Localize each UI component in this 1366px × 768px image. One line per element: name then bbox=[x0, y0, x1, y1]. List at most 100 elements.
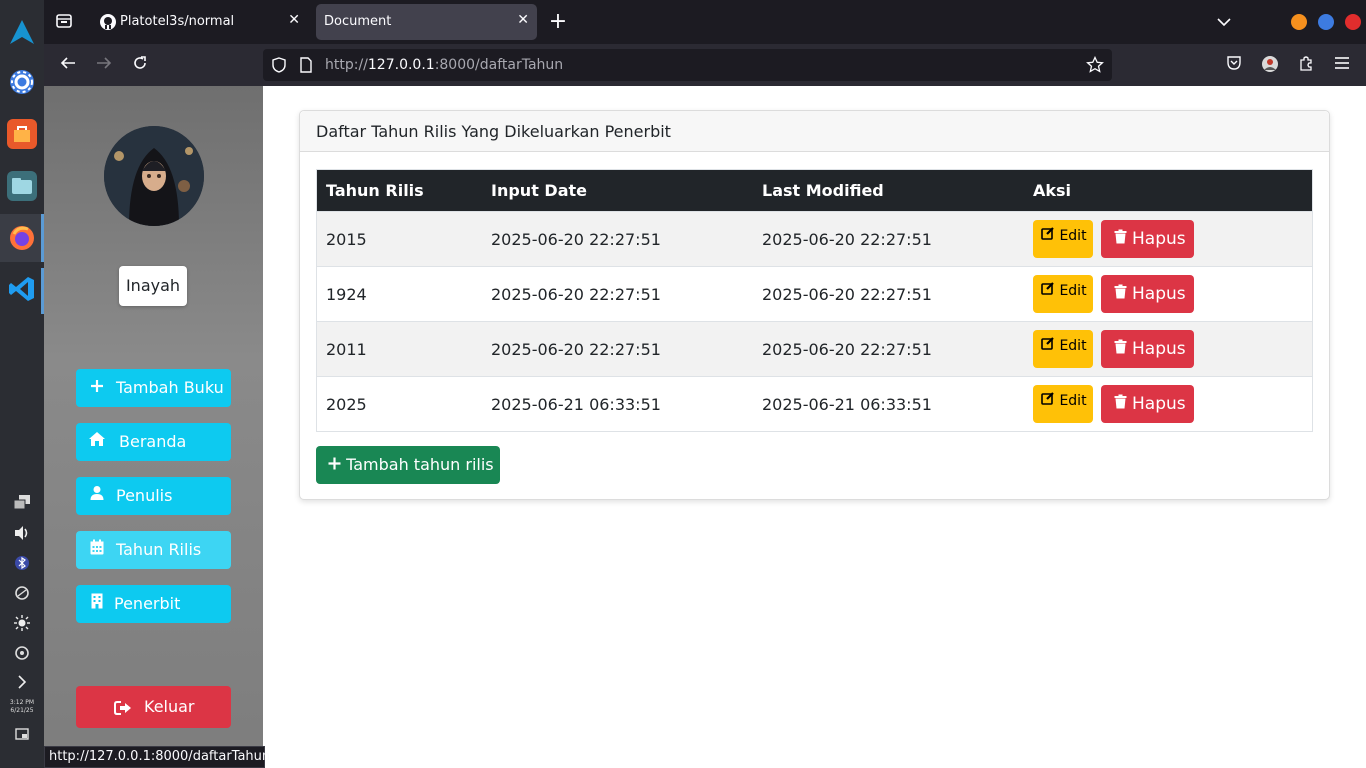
extensions-icon[interactable] bbox=[1296, 55, 1316, 75]
menu-hamburger-icon[interactable] bbox=[1332, 55, 1352, 75]
delete-button[interactable]: Hapus bbox=[1101, 220, 1194, 258]
edit-icon bbox=[1041, 227, 1055, 244]
file-manager-icon[interactable] bbox=[7, 171, 37, 201]
url-host: 127.0.0.1 bbox=[367, 57, 435, 73]
clock-date[interactable]: 6/21/25 bbox=[2, 707, 42, 715]
shield-icon[interactable] bbox=[271, 57, 287, 77]
url-path: :8000/daftarTahun bbox=[434, 57, 564, 73]
back-arrow-icon[interactable] bbox=[58, 55, 78, 75]
sidebar-item-beranda[interactable]: Beranda bbox=[76, 423, 231, 461]
cell-input-date: 2025-06-20 22:27:51 bbox=[491, 339, 661, 359]
globe-icon[interactable] bbox=[12, 645, 32, 665]
delete-label: Hapus bbox=[1132, 394, 1186, 414]
plus-icon bbox=[328, 455, 341, 474]
edit-label: Edit bbox=[1059, 228, 1087, 244]
tab-close-icon[interactable]: ✕ bbox=[288, 12, 300, 28]
sidebar-item-tahun-rilis[interactable]: Tahun Rilis bbox=[76, 531, 231, 569]
cell-input-date: 2025-06-20 22:27:51 bbox=[491, 229, 661, 249]
tab-github[interactable]: Platotel3s/normal ✕ bbox=[90, 4, 308, 40]
os-dock: 3:12 PM 6/21/25 bbox=[0, 0, 44, 768]
edit-button[interactable]: Edit bbox=[1033, 275, 1093, 313]
window-list-icon[interactable] bbox=[12, 494, 32, 514]
volume-icon[interactable] bbox=[12, 525, 32, 545]
sign-out-icon bbox=[114, 686, 132, 728]
table-header: Tahun Rilis Input Date Last Modified Aks… bbox=[317, 170, 1312, 211]
reload-icon[interactable] bbox=[130, 55, 150, 75]
clock-time[interactable]: 3:12 PM bbox=[2, 699, 42, 707]
firefox-icon[interactable] bbox=[7, 223, 37, 253]
account-avatar-icon[interactable] bbox=[1260, 55, 1280, 75]
trash-icon bbox=[1114, 220, 1127, 258]
sidebar-item-tambah-buku[interactable]: Tambah Buku bbox=[76, 369, 231, 407]
new-tab-icon[interactable]: + bbox=[548, 11, 568, 33]
delete-button[interactable]: Hapus bbox=[1101, 330, 1194, 368]
edit-label: Edit bbox=[1059, 338, 1087, 354]
firefox-view-icon[interactable] bbox=[54, 12, 74, 35]
delete-label: Hapus bbox=[1132, 284, 1186, 304]
username-label: Inayah bbox=[119, 266, 187, 306]
cell-tahun: 2025 bbox=[326, 394, 367, 414]
browser-nav-bar: http://127.0.0.1:8000/daftarTahun bbox=[44, 44, 1366, 86]
tab-document[interactable]: Document ✕ bbox=[316, 4, 537, 40]
sidebar-item-label: Tambah Buku bbox=[116, 378, 224, 397]
sidebar-item-penerbit[interactable]: Penerbit bbox=[76, 585, 231, 623]
network-icon[interactable] bbox=[12, 585, 32, 605]
tab-title: Document bbox=[324, 14, 392, 29]
edit-icon bbox=[1041, 392, 1055, 409]
edit-label: Edit bbox=[1059, 393, 1087, 409]
url-scheme: http:// bbox=[325, 57, 368, 73]
close-window-button[interactable] bbox=[1345, 14, 1361, 30]
building-icon bbox=[88, 585, 106, 623]
main-card: Daftar Tahun Rilis Yang Dikeluarkan Pene… bbox=[299, 110, 1330, 500]
bookmark-star-icon[interactable] bbox=[1086, 55, 1104, 78]
maximize-button[interactable] bbox=[1318, 14, 1334, 30]
release-year-table: Tahun Rilis Input Date Last Modified Aks… bbox=[316, 169, 1313, 432]
edit-button[interactable]: Edit bbox=[1033, 330, 1093, 368]
cell-tahun: 1924 bbox=[326, 284, 367, 304]
sidebar-item-label: Tahun Rilis bbox=[116, 540, 202, 559]
edit-icon bbox=[1041, 337, 1055, 354]
tab-close-icon[interactable]: ✕ bbox=[517, 12, 529, 28]
cell-last-modified: 2025-06-20 22:27:51 bbox=[762, 339, 932, 359]
browser-tab-bar: Platotel3s/normal ✕ Document ✕ + bbox=[44, 0, 1366, 44]
sidebar-item-penulis[interactable]: Penulis bbox=[76, 477, 231, 515]
arch-logo-icon[interactable] bbox=[7, 17, 37, 47]
pocket-icon[interactable] bbox=[1224, 55, 1244, 75]
forward-arrow-icon[interactable] bbox=[94, 55, 114, 75]
sidebar-item-label: Beranda bbox=[119, 432, 187, 451]
cell-last-modified: 2025-06-20 22:27:51 bbox=[762, 284, 932, 304]
home-icon bbox=[88, 423, 106, 461]
cell-last-modified: 2025-06-21 06:33:51 bbox=[762, 394, 932, 414]
delete-button[interactable]: Hapus bbox=[1101, 385, 1194, 423]
logout-button[interactable]: Keluar bbox=[76, 686, 231, 728]
column-header: Aksi bbox=[1033, 181, 1072, 200]
calendar-icon bbox=[88, 531, 106, 569]
logout-label: Keluar bbox=[144, 697, 195, 716]
table-row: 2015 2025-06-20 22:27:51 2025-06-20 22:2… bbox=[317, 211, 1312, 266]
edit-button[interactable]: Edit bbox=[1033, 385, 1093, 423]
trash-icon bbox=[1114, 330, 1127, 368]
tab-list-chevron-icon[interactable] bbox=[1214, 12, 1234, 32]
add-release-year-button[interactable]: Tambah tahun rilis bbox=[316, 446, 500, 484]
brightness-icon[interactable] bbox=[12, 615, 32, 635]
settings-gear-icon[interactable] bbox=[7, 67, 37, 97]
edit-button[interactable]: Edit bbox=[1033, 220, 1093, 258]
sidebar-item-label: Penulis bbox=[116, 486, 173, 505]
delete-button[interactable]: Hapus bbox=[1101, 275, 1194, 313]
cell-input-date: 2025-06-20 22:27:51 bbox=[491, 284, 661, 304]
add-release-year-label: Tambah tahun rilis bbox=[346, 455, 494, 474]
bluetooth-icon[interactable] bbox=[12, 555, 32, 575]
table-row: 2025 2025-06-21 06:33:51 2025-06-21 06:3… bbox=[317, 376, 1312, 431]
link-status-bar: http://127.0.0.1:8000/daftarTahun bbox=[44, 746, 270, 768]
url-bar[interactable]: http://127.0.0.1:8000/daftarTahun bbox=[263, 49, 1112, 81]
user-icon bbox=[88, 477, 106, 515]
vscode-icon[interactable] bbox=[7, 274, 37, 304]
chevron-right-icon[interactable] bbox=[12, 674, 32, 694]
software-store-icon[interactable] bbox=[7, 119, 37, 149]
minimize-button[interactable] bbox=[1291, 14, 1307, 30]
page-icon[interactable] bbox=[299, 57, 313, 77]
url-text[interactable]: http://127.0.0.1:8000/daftarTahun bbox=[325, 57, 563, 73]
show-desktop-icon[interactable] bbox=[12, 726, 32, 746]
column-header: Tahun Rilis bbox=[326, 181, 424, 200]
card-title: Daftar Tahun Rilis Yang Dikeluarkan Pene… bbox=[300, 111, 1329, 152]
